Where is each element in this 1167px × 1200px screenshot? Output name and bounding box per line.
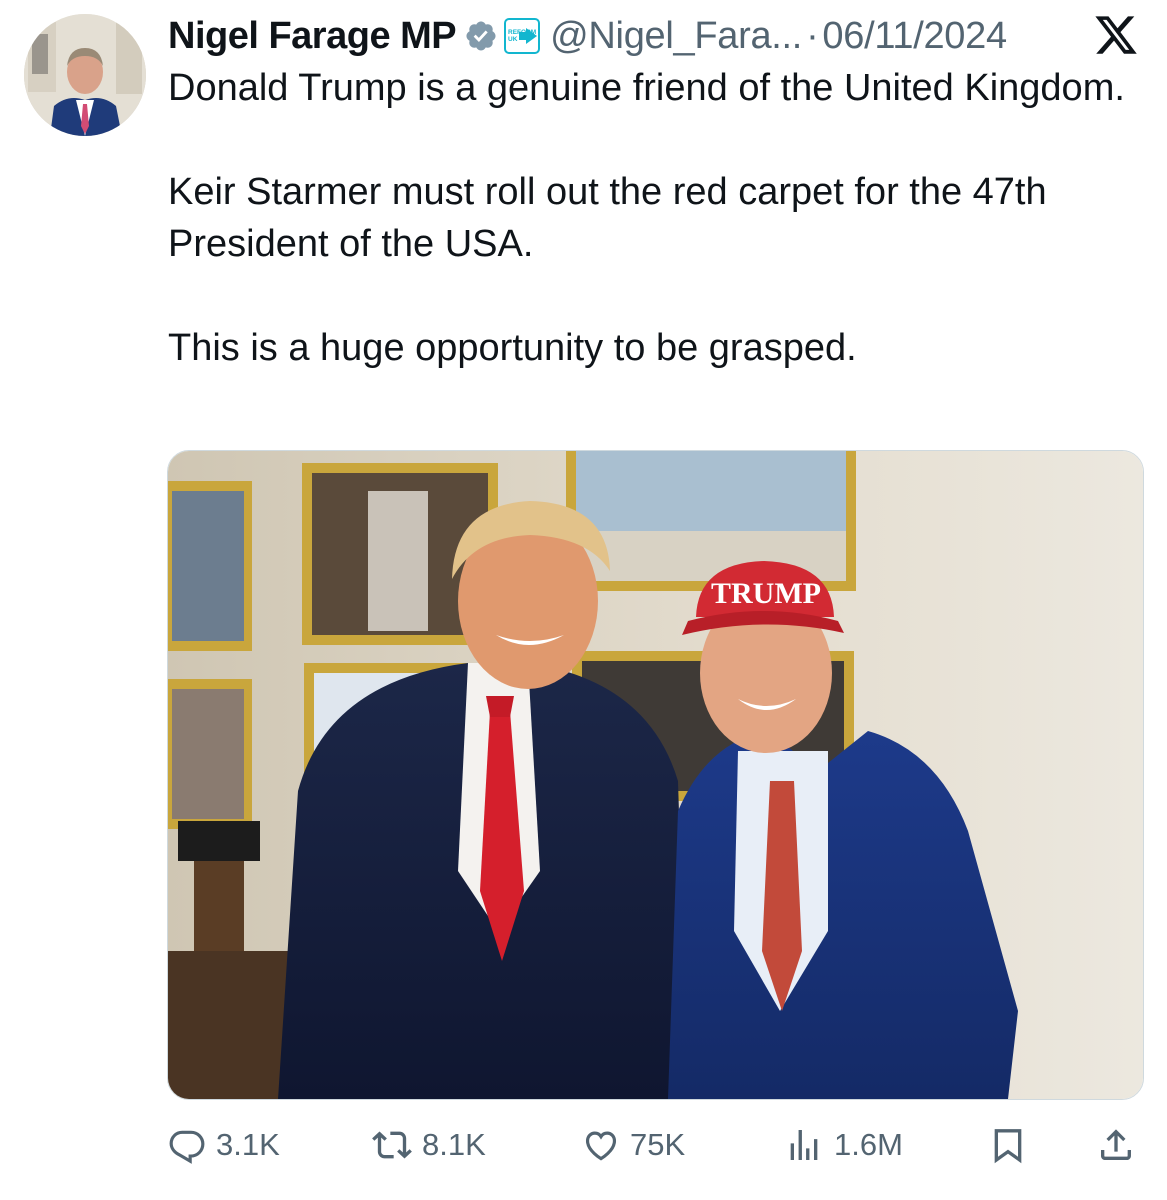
author-name[interactable]: Nigel Farage MP: [168, 15, 457, 58]
reform-uk-badge-icon: REFORM UK: [504, 18, 541, 54]
reply-count: 3.1K: [216, 1127, 280, 1162]
views-icon: [784, 1125, 824, 1165]
tweet-header: Nigel Farage MP REFORM UK @Nigel_Fara...…: [168, 10, 1147, 62]
tweet-paragraph-3: This is a huge opportunity to be grasped…: [168, 327, 857, 369]
like-icon: [582, 1126, 620, 1164]
tweet-paragraph-2: Keir Starmer must roll out the red carpe…: [168, 171, 1047, 265]
cap-text: TRUMP: [711, 577, 821, 610]
verified-icon: [464, 19, 498, 53]
author-avatar[interactable]: [24, 14, 146, 136]
repost-button[interactable]: 8.1K: [372, 1120, 486, 1170]
badge-text-bottom: UK: [508, 36, 518, 43]
like-button[interactable]: 75K: [582, 1120, 685, 1170]
share-icon: [1096, 1125, 1136, 1165]
bookmark-button[interactable]: [988, 1120, 1028, 1170]
author-handle[interactable]: @Nigel_Fara...: [550, 15, 802, 58]
reply-button[interactable]: 3.1K: [168, 1120, 280, 1170]
x-logo-icon[interactable]: [1093, 12, 1139, 63]
tweet-photo[interactable]: TRUMP: [167, 450, 1144, 1100]
reply-icon: [168, 1126, 206, 1164]
tweet-actions: 3.1K 8.1K 75K 1.6M: [168, 1120, 1138, 1170]
repost-count: 8.1K: [422, 1127, 486, 1162]
photo-illustration: TRUMP: [168, 451, 1143, 1099]
views-button[interactable]: 1.6M: [784, 1120, 903, 1170]
tweet-date[interactable]: 06/11/2024: [822, 15, 1007, 58]
tweet-paragraph-1: Donald Trump is a genuine friend of the …: [168, 67, 1125, 109]
views-count: 1.6M: [834, 1127, 903, 1162]
repost-icon: [372, 1125, 412, 1165]
share-button[interactable]: [1096, 1120, 1136, 1170]
tweet-text: Donald Trump is a genuine friend of the …: [168, 62, 1148, 374]
separator-dot: ·: [806, 14, 819, 57]
avatar-portrait: [24, 14, 146, 136]
like-count: 75K: [630, 1127, 686, 1162]
bookmark-icon: [988, 1125, 1028, 1165]
